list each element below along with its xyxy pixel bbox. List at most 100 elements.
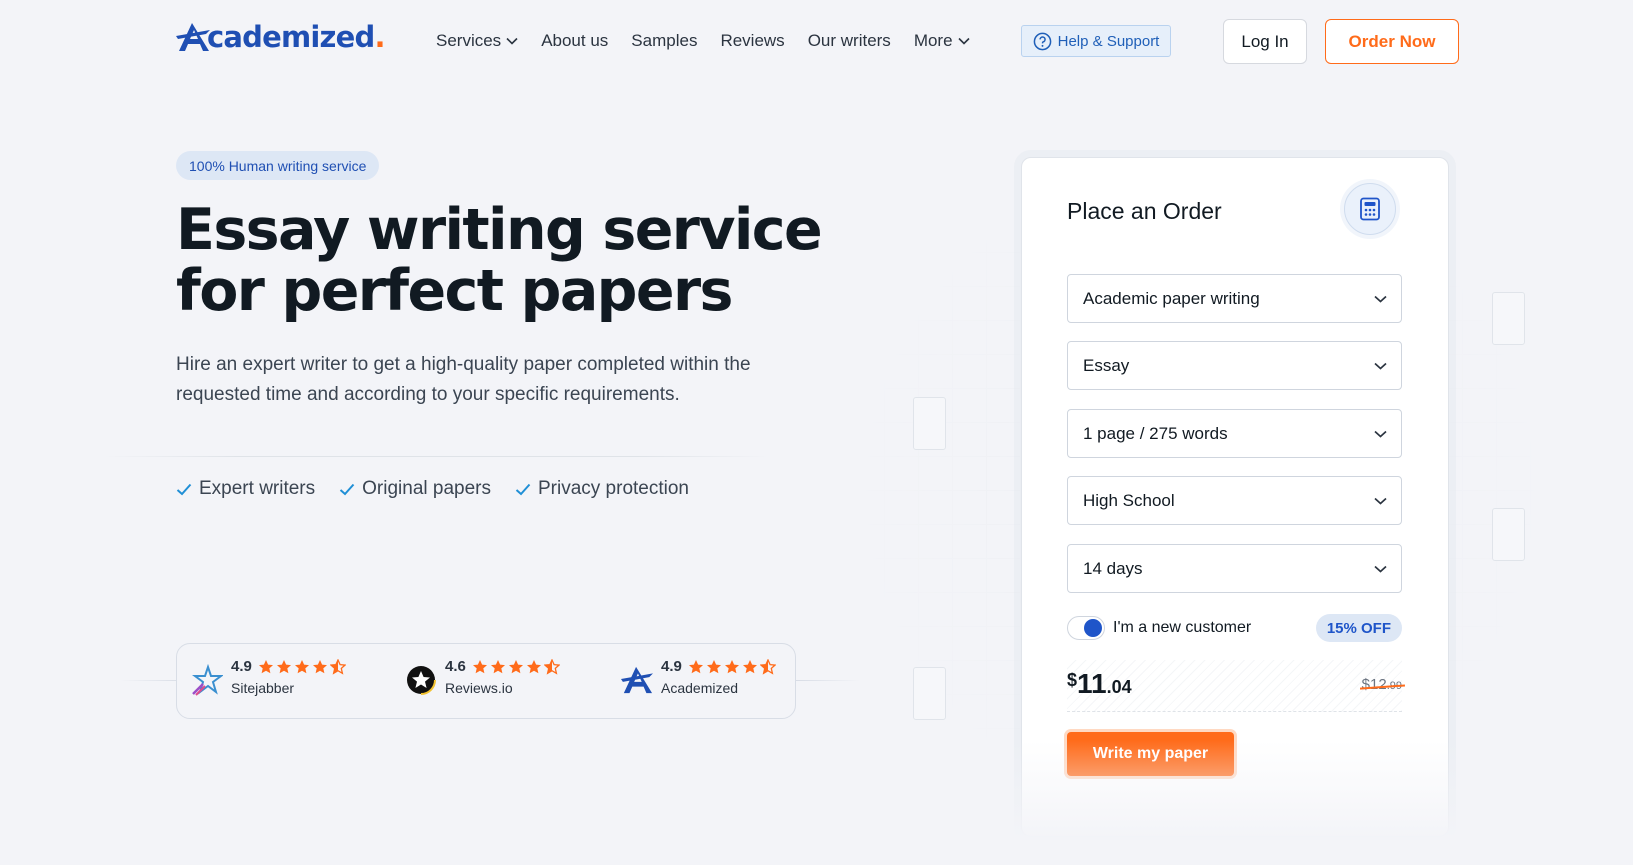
calculator-badge <box>1344 183 1396 235</box>
chevron-down-icon <box>957 37 970 45</box>
reviewsio-icon <box>406 665 436 695</box>
hero-headline-line2: for perfect papers <box>176 258 733 324</box>
brand-logo[interactable]: cademized. <box>176 20 385 54</box>
rating-source: Sitejabber <box>231 680 295 696</box>
logo-a-icon <box>176 23 210 51</box>
help-support-button[interactable]: Help & Support <box>1021 25 1171 57</box>
ratings-bar: 4.9 Sitejabber 4.6 Reviews.io 4.9 Academ… <box>176 643 796 719</box>
decorative-tile <box>1492 508 1525 561</box>
select-value: 1 page / 275 words <box>1083 423 1228 443</box>
rating-sitejabber[interactable]: 4.9 Sitejabber <box>191 658 346 696</box>
decorative-tile <box>913 667 946 720</box>
brand-name: cademized <box>207 20 375 54</box>
order-form-card: Place an Order Academic paper writing Es… <box>1021 157 1449 837</box>
discount-badge: 15% OFF <box>1315 614 1402 642</box>
feature-item: Original papers <box>339 478 491 500</box>
star-full-icon <box>472 659 487 673</box>
price-integer: 11 <box>1077 668 1107 699</box>
price-currency: $ <box>1067 670 1078 690</box>
star-half-icon <box>543 658 560 675</box>
chevron-down-icon <box>1374 497 1387 505</box>
old-price-integer: 12 <box>1370 676 1387 693</box>
help-support-label: Help & Support <box>1057 32 1160 50</box>
main-nav: Services About us Samples Reviews Our wr… <box>436 31 993 51</box>
star-full-icon <box>688 659 703 673</box>
price-row: $11.04 $12.99 <box>1067 660 1406 712</box>
hero-headline-line1: Essay writing service <box>176 197 823 263</box>
nav-item-label: Reviews <box>720 31 785 50</box>
sitejabber-icon <box>192 664 223 696</box>
calculator-icon <box>1360 197 1380 221</box>
service-type-select[interactable]: Academic paper writing <box>1067 274 1402 323</box>
star-full-icon <box>706 659 721 673</box>
star-full-icon <box>258 659 273 673</box>
feature-item: Expert writers <box>176 478 315 500</box>
paper-type-select[interactable]: Essay <box>1067 341 1402 390</box>
order-form-title: Place an Order <box>1067 198 1222 224</box>
chevron-down-icon <box>1374 565 1387 573</box>
star-half-icon <box>759 658 776 675</box>
feature-item: Privacy protection <box>515 478 689 500</box>
toggle-knob <box>1084 619 1102 637</box>
academized-icon <box>621 666 653 694</box>
hero-subtext: Hire an expert writer to get a high-qual… <box>176 354 751 405</box>
star-half-icon <box>329 658 346 675</box>
rating-source: Reviews.io <box>445 680 513 696</box>
brand-dot: . <box>374 20 385 54</box>
rating-score: 4.9 <box>661 658 682 675</box>
star-full-icon <box>526 659 541 673</box>
card-fade-overlay <box>1010 740 1460 865</box>
rating-academized[interactable]: 4.9 Academized <box>621 658 776 696</box>
hero-headline: Essay writing service for perfect papers <box>176 200 856 322</box>
old-price: $12.99 <box>1359 676 1406 693</box>
check-icon <box>515 483 531 495</box>
check-icon <box>339 483 355 495</box>
rating-reviewsio[interactable]: 4.6 Reviews.io <box>405 658 560 696</box>
star-full-icon <box>742 659 757 673</box>
star-rating <box>472 658 560 675</box>
nav-item-label: Our writers <box>807 31 891 50</box>
rating-score: 4.9 <box>231 658 252 675</box>
star-full-icon <box>294 659 309 673</box>
star-full-icon <box>312 659 327 673</box>
chevron-down-icon <box>1374 295 1387 303</box>
select-value: Academic paper writing <box>1083 288 1260 308</box>
new-customer-row: I'm a new customer 15% OFF <box>1067 613 1402 643</box>
star-rating <box>258 658 346 675</box>
pages-select[interactable]: 1 page / 275 words <box>1067 409 1402 458</box>
feature-label: Original papers <box>362 478 491 499</box>
chevron-down-icon <box>1374 362 1387 370</box>
hero-badge: 100% Human writing service <box>176 151 380 180</box>
chevron-down-icon <box>506 37 518 45</box>
new-customer-toggle[interactable] <box>1067 616 1105 640</box>
star-full-icon <box>724 659 739 673</box>
nav-item-about[interactable]: About us <box>541 31 608 51</box>
academic-level-select[interactable]: High School <box>1067 476 1402 525</box>
nav-item-services[interactable]: Services <box>436 31 518 51</box>
question-icon <box>1033 32 1051 50</box>
login-button[interactable]: Log In <box>1223 19 1307 64</box>
rating-source: Academized <box>661 680 739 696</box>
order-now-button[interactable]: Order Now <box>1325 19 1459 64</box>
nav-item-label: Samples <box>631 31 698 50</box>
nav-item-samples[interactable]: Samples <box>631 31 697 51</box>
nav-item-label: Services <box>436 31 502 50</box>
deadline-select[interactable]: 14 days <box>1067 544 1402 593</box>
decorative-tile <box>913 397 946 450</box>
nav-item-writers[interactable]: Our writers <box>808 31 891 51</box>
nav-item-reviews[interactable]: Reviews <box>720 31 784 51</box>
nav-item-label: About us <box>541 31 609 50</box>
current-price: $11.04 <box>1067 668 1132 700</box>
new-customer-label: I'm a new customer <box>1113 619 1252 636</box>
feature-label: Expert writers <box>199 478 316 499</box>
select-value: High School <box>1083 490 1175 510</box>
star-full-icon <box>508 659 523 673</box>
decorative-tile <box>1492 292 1525 345</box>
feature-list: Expert writers Original papers Privacy p… <box>176 478 689 500</box>
nav-item-more[interactable]: More <box>914 31 970 51</box>
rating-score: 4.6 <box>445 658 466 675</box>
star-full-icon <box>276 659 291 673</box>
star-rating <box>688 658 776 675</box>
star-full-icon <box>490 659 505 673</box>
old-price-currency: $ <box>1361 676 1371 693</box>
